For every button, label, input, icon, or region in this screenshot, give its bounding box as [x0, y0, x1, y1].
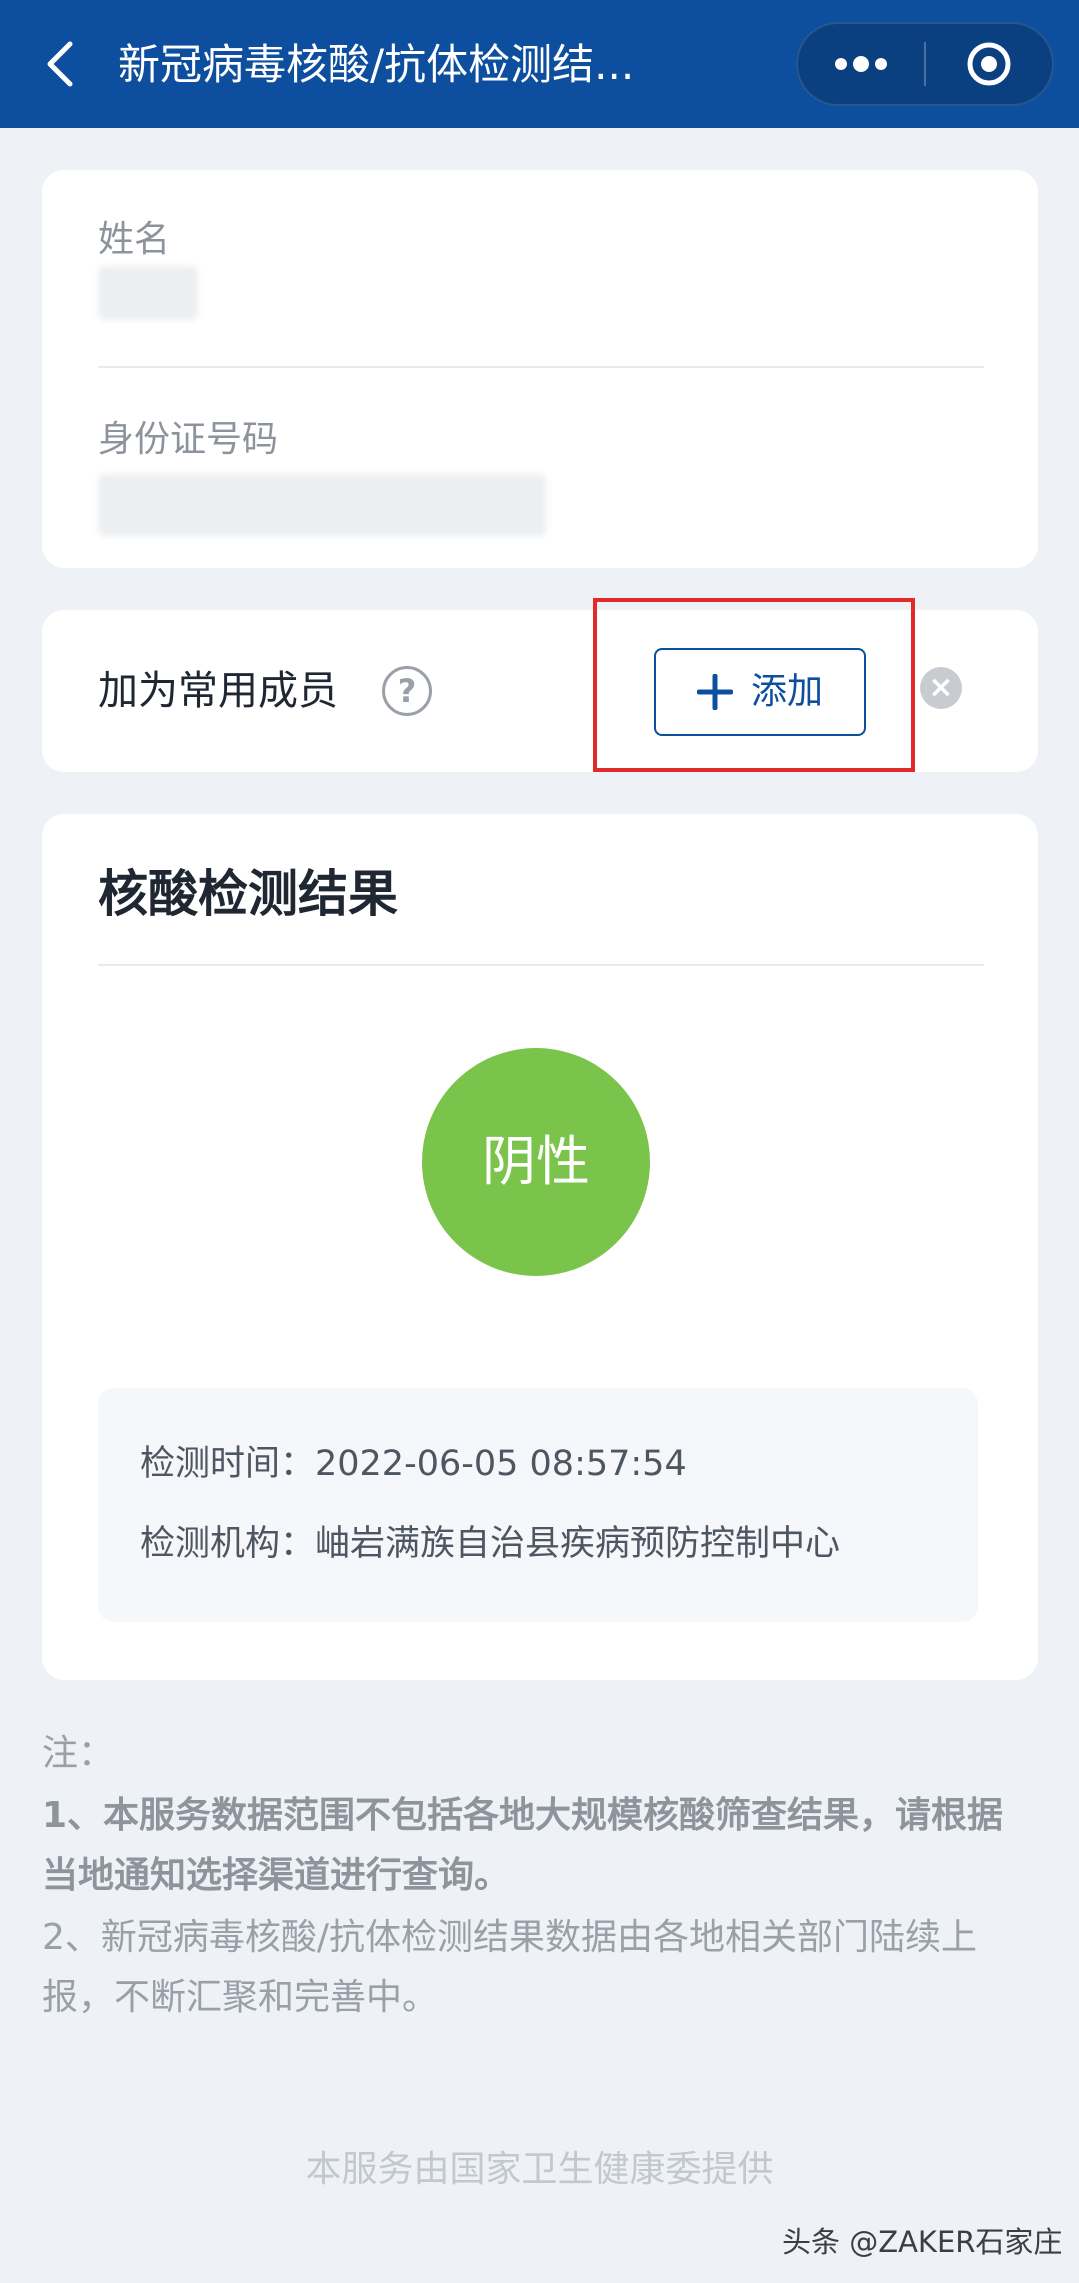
test-organization: 检测机构：岫岩满族自治县疾病预防控制中心	[140, 1524, 841, 1564]
result-details: 检测时间：2022-06-05 08:57:54 检测机构：岫岩满族自治县疾病预…	[98, 1388, 978, 1622]
back-button[interactable]	[30, 30, 90, 98]
chevron-left-icon	[47, 41, 73, 87]
dismiss-icon[interactable]: ×	[920, 667, 962, 709]
personal-info-card: 姓名 身份证号码	[42, 170, 1038, 568]
service-provider-footer: 本服务由国家卫生健康委提供	[305, 2149, 774, 2190]
more-button[interactable]	[798, 24, 924, 104]
name-value-redacted	[98, 266, 198, 320]
page-title: 新冠病毒核酸/抗体检测结...	[118, 40, 635, 89]
notes-label: 注：	[42, 1733, 115, 1774]
annotation-highlight-box	[593, 598, 915, 772]
watermark: 头条 @ZAKER石家庄	[782, 2225, 1063, 2259]
note-item-1: 1、本服务数据范围不包括各地大规模核酸筛查结果，请根据当地通知选择渠道进行查询。	[42, 1795, 1004, 1896]
id-number-label: 身份证号码	[98, 419, 279, 460]
add-member-label: 加为常用成员	[98, 668, 338, 714]
result-title: 核酸检测结果	[98, 865, 398, 923]
result-status-badge: 阴性	[422, 1048, 650, 1276]
more-dots-icon	[835, 56, 887, 72]
test-time: 检测时间：2022-06-05 08:57:54	[140, 1444, 687, 1484]
title-bar: 新冠病毒核酸/抗体检测结...	[0, 0, 1079, 128]
target-circle-icon	[967, 42, 1011, 86]
mini-program-capsule	[796, 22, 1054, 106]
help-icon[interactable]: ?	[382, 666, 432, 716]
id-number-value-redacted	[98, 474, 546, 536]
result-status-text: 阴性	[482, 1130, 590, 1193]
note-item-2: 2、新冠病毒核酸/抗体检测结果数据由各地相关部门陆续上报，不断汇聚和完善中。	[42, 1917, 978, 2018]
test-result-card: 核酸检测结果 阴性 检测时间：2022-06-05 08:57:54 检测机构：…	[42, 814, 1038, 1680]
divider	[98, 964, 984, 966]
close-mini-program-button[interactable]	[926, 24, 1052, 104]
divider	[98, 366, 984, 368]
name-label: 姓名	[98, 219, 171, 260]
